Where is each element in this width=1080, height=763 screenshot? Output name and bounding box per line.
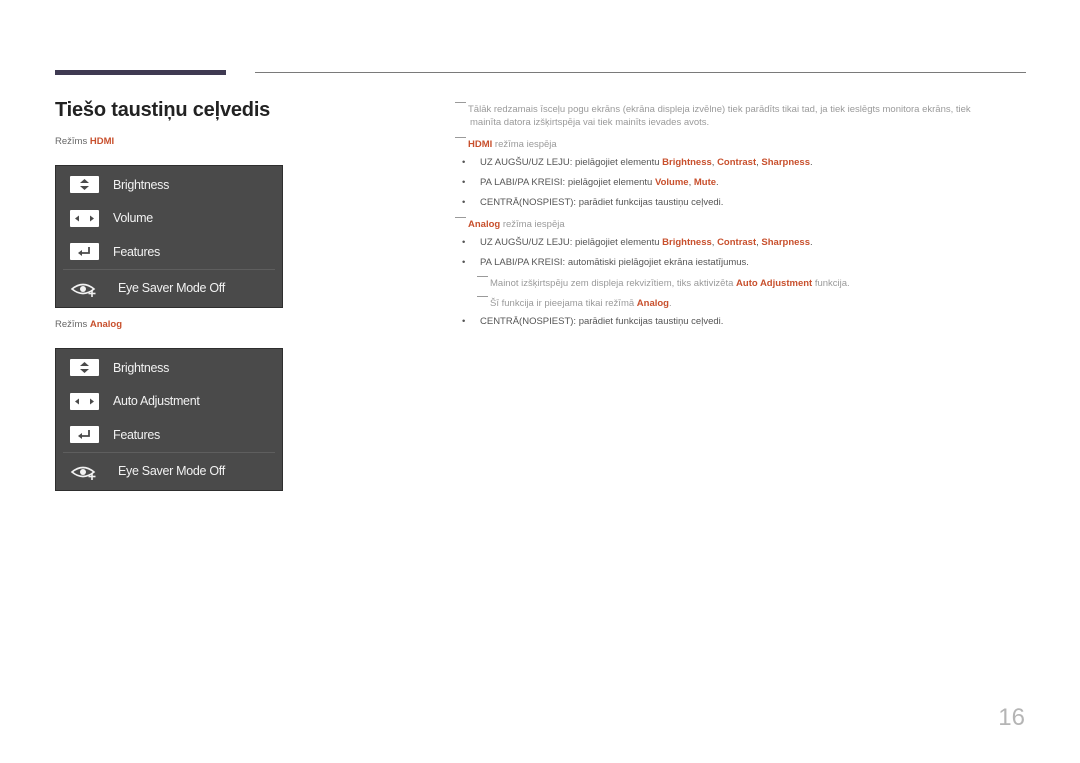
bullet-highlight: Contrast [717,157,757,168]
analog-mode-label: Režīms Analog [55,319,122,330]
bullet-text: UZ AUGŠU/UZ LEJU: pielāgojiet elementu [480,157,663,168]
separator: . [809,237,813,248]
header-rule [255,72,1026,73]
bullet-highlight: Contrast [717,237,757,248]
analog-subnote-availability: Šī funkcija ir pieejama tikai režīmā Ana… [477,296,672,309]
analog-bullet-center: • CENTRĀ(NOSPIEST): parādiet funkcijas t… [462,316,724,327]
heading-text: režīma iespēja [492,139,557,150]
osd-item-brightness[interactable]: Brightness [56,168,282,202]
up-down-arrows-icon [70,176,99,194]
bullet-highlight: Mute [693,177,717,188]
intro-note-cont: mainīta datora izšķirtspēja vai tiek mai… [470,117,710,128]
subnote-end: funkcija. [812,278,850,289]
bullet-text: UZ AUGŠU/UZ LEJU: pielāgojiet elementu [480,237,663,248]
bullet-highlight: Brightness [662,237,712,248]
left-right-arrows-icon [70,392,99,410]
bullet-dot: • [462,316,466,327]
bullet-dot: • [462,197,466,208]
mode-name: Analog [89,319,123,330]
subnote-text: Šī funkcija ir pieejama tikai režīmā [490,298,637,309]
osd-item-label: Auto Adjustment [113,394,200,409]
bullet-highlight: Sharpness [761,237,810,248]
page-number: 16 [998,704,1025,731]
note-dash [455,137,466,138]
bullet-highlight: Sharpness [761,157,810,168]
bullet-dot: • [462,237,466,248]
subnote-text: Mainot izšķirtspēju zem displeja rekvizī… [490,278,737,289]
osd-item-label: Volume [113,211,153,226]
analog-osd-panel: Brightness Auto Adjustment Features Eye … [55,348,283,491]
analog-bullet-left-right: • PA LABI/PA KREISI: automātiski pielāgo… [462,257,749,268]
osd-item-features[interactable]: Features [56,418,282,452]
note-dash [477,276,488,277]
bullet-text: CENTRĀ(NOSPIEST): parādiet funkcijas tau… [480,197,724,208]
heading-highlight: HDMI [468,139,493,150]
bullet-dot: • [462,257,466,268]
hdmi-mode-label: Režīms HDMI [55,136,114,147]
osd-item-brightness[interactable]: Brightness [56,351,282,385]
separator: . [716,177,719,188]
osd-item-label: Features [113,244,160,259]
note-dash [455,102,466,103]
bullet-dot: • [462,157,466,168]
mode-prefix: Režīms [55,319,88,330]
bullet-dot: • [462,177,466,188]
bullet-highlight: Brightness [662,157,712,168]
osd-item-label: Features [113,427,160,442]
bullet-highlight: Volume [654,177,689,188]
analog-subnote-auto-adjustment: Mainot izšķirtspēju zem displeja rekvizī… [477,276,850,289]
osd-item-label: Eye Saver Mode Off [118,464,225,478]
hdmi-options-heading: HDMI režīma iespēja [455,137,557,150]
hdmi-bullet-up-down: • UZ AUGŠU/UZ LEJU: pielāgojiet elementu… [462,157,813,168]
page-title: Tiešo taustiņu ceļvedis [55,99,271,121]
header-accent-bar [55,70,226,75]
subnote-highlight: Analog [636,298,669,309]
bullet-text: CENTRĀ(NOSPIEST): parādiet funkcijas tau… [480,316,724,327]
note-dash [455,217,466,218]
enter-return-icon [70,243,99,261]
intro-note: Tālāk redzamais īsceļu pogu ekrāns (ekrā… [455,102,971,115]
osd-item-label: Brightness [113,360,170,375]
analog-options-heading: Analog režīma iespēja [455,217,565,230]
enter-return-icon [70,426,99,444]
osd-item-eye-saver[interactable]: Eye Saver Mode Off [56,270,282,307]
subnote-end: . [668,298,672,309]
osd-item-features[interactable]: Features [56,235,282,269]
hdmi-osd-panel: Brightness Volume Features Eye Saver Mod… [55,165,283,308]
bullet-text: PA LABI/PA KREISI: automātiski pielāgoji… [480,257,749,268]
heading-highlight: Analog [468,219,501,230]
osd-item-auto-adjustment[interactable]: Auto Adjustment [56,385,282,419]
osd-item-eye-saver[interactable]: Eye Saver Mode Off [56,453,282,490]
osd-item-label: Brightness [113,177,170,192]
mode-name: HDMI [89,136,115,147]
eye-saver-icon [70,466,96,480]
intro-line-1: Tālāk redzamais īsceļu pogu ekrāns (ekrā… [468,104,971,115]
bullet-text: PA LABI/PA KREISI: pielāgojiet elementu [480,177,655,188]
osd-item-volume[interactable]: Volume [56,202,282,236]
osd-item-label: Eye Saver Mode Off [118,281,225,295]
note-dash [477,296,488,297]
mode-prefix: Režīms [55,136,88,147]
analog-bullet-up-down: • UZ AUGŠU/UZ LEJU: pielāgojiet elementu… [462,237,813,248]
up-down-arrows-icon [70,359,99,377]
separator: . [809,157,813,168]
subnote-highlight: Auto Adjustment [736,278,813,289]
hdmi-bullet-center: • CENTRĀ(NOSPIEST): parādiet funkcijas t… [462,197,724,208]
hdmi-bullet-left-right: • PA LABI/PA KREISI: pielāgojiet element… [462,177,719,188]
eye-saver-icon [70,283,96,297]
heading-text: režīma iespēja [500,219,565,230]
left-right-arrows-icon [70,209,99,227]
